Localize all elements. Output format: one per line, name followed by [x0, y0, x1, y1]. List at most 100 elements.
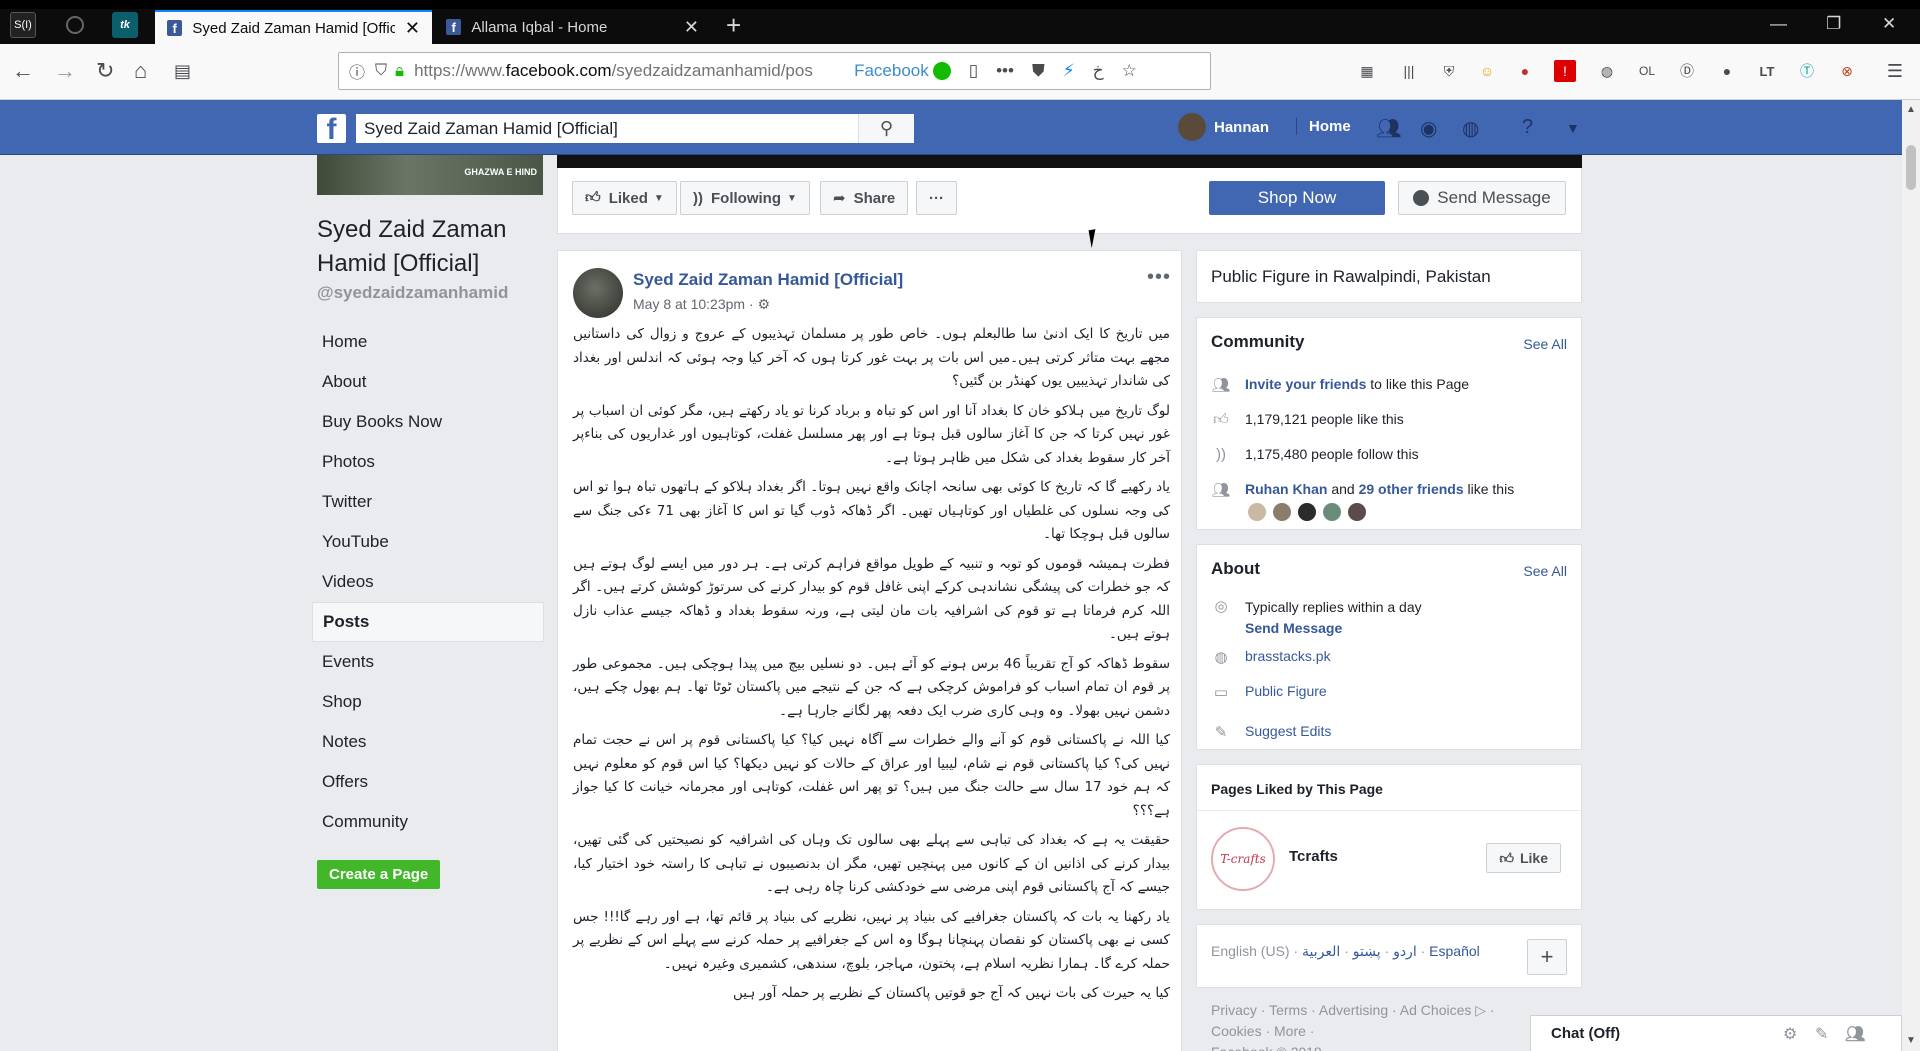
- url-text[interactable]: https://www.facebook.com/syedzaidzamanha…: [414, 61, 834, 81]
- suggest-edits-link[interactable]: Suggest Edits: [1245, 723, 1331, 739]
- scroll-up-icon[interactable]: ▲: [1906, 104, 1916, 115]
- scrollbar-thumb[interactable]: [1906, 145, 1916, 190]
- bookmark-star-icon[interactable]: ☆: [1122, 61, 1137, 81]
- tab-allama-iqbal[interactable]: f Allama Iqbal - Home ✕: [434, 10, 711, 44]
- language-link[interactable]: Español: [1429, 943, 1480, 959]
- d-extension-icon[interactable]: Ⓓ: [1676, 60, 1698, 82]
- restore-icon[interactable]: ❐: [1826, 14, 1841, 34]
- community-see-all-link[interactable]: See All: [1523, 336, 1567, 352]
- back-arrow-icon[interactable]: ←: [12, 58, 34, 84]
- nav-item-community[interactable]: Community: [312, 802, 544, 842]
- url-bar[interactable]: ⓘ ⛉ 🔒︎ https://www.facebook.com/syedzaid…: [338, 52, 1211, 90]
- close-tab-icon[interactable]: ✕: [405, 18, 420, 39]
- close-tab-icon[interactable]: ✕: [684, 17, 699, 38]
- flash-icon[interactable]: ⚡: [1063, 61, 1075, 81]
- facebook-search-input[interactable]: [356, 114, 858, 143]
- home-link[interactable]: Home: [1296, 118, 1351, 135]
- nav-item-offers[interactable]: Offers: [312, 762, 544, 802]
- globe-icon[interactable]: ◍: [1596, 60, 1618, 82]
- nav-item-notes[interactable]: Notes: [312, 722, 544, 762]
- info-icon[interactable]: ⓘ: [349, 59, 365, 83]
- nav-item-events[interactable]: Events: [312, 642, 544, 682]
- nav-item-twitter[interactable]: Twitter: [312, 482, 544, 522]
- facebook-logo-icon[interactable]: f: [317, 114, 346, 143]
- notifications-globe-icon[interactable]: ◍: [1462, 116, 1479, 141]
- stop-extension-icon[interactable]: ⊗: [1836, 60, 1858, 82]
- tab-facebook-page[interactable]: f Syed Zaid Zaman Hamid [Offici ✕: [155, 10, 432, 44]
- friend-requests-icon[interactable]: 👥︎: [1376, 116, 1401, 141]
- minimize-icon[interactable]: —: [1770, 14, 1787, 34]
- pinned-tab-1[interactable]: S(I): [10, 12, 36, 38]
- post-timestamp[interactable]: May 8 at 10:23pm · ⚙︎: [633, 296, 770, 313]
- pocket-icon[interactable]: ⛊: [1032, 61, 1045, 81]
- group-chat-icon[interactable]: 👥︎: [1845, 1024, 1865, 1044]
- reload-icon[interactable]: ↻: [96, 58, 114, 84]
- invite-friends-link[interactable]: Invite your friends: [1245, 376, 1366, 392]
- tracking-protection-icon[interactable]: ⛉: [375, 62, 387, 80]
- forward-arrow-icon[interactable]: →: [54, 58, 76, 84]
- avatar[interactable]: [1297, 502, 1317, 522]
- footer-line[interactable]: Cookies · More ·: [1211, 1021, 1551, 1042]
- profile-cover-thumbnail[interactable]: GHAZWA E HIND: [317, 155, 543, 195]
- language-link[interactable]: اردو: [1393, 943, 1417, 959]
- like-page-button[interactable]: 👍︎ Like: [1486, 843, 1561, 873]
- hamburger-menu-icon[interactable]: ☰: [1884, 60, 1906, 82]
- reader-view-icon[interactable]: ▯: [969, 61, 978, 81]
- new-tab-plus-icon[interactable]: +: [726, 12, 741, 38]
- post-author-avatar[interactable]: [573, 268, 623, 318]
- footer-line[interactable]: Privacy · Terms · Advertising · Ad Choic…: [1211, 1000, 1551, 1021]
- home-icon[interactable]: ⌂: [134, 58, 147, 84]
- friend-name-link[interactable]: Ruhan Khan: [1245, 481, 1327, 497]
- avatar[interactable]: [1347, 502, 1367, 522]
- profile-link[interactable]: Hannan: [1178, 113, 1269, 141]
- create-page-button[interactable]: Create a Page: [317, 860, 441, 889]
- chat-bar[interactable]: Chat (Off) ⚙ ✎ 👥︎: [1530, 1015, 1902, 1051]
- sidebar-icon[interactable]: ▤: [174, 58, 191, 84]
- liked-button[interactable]: 👍︎ Liked ▼: [572, 181, 677, 215]
- nav-item-youtube[interactable]: YouTube: [312, 522, 544, 562]
- language-link[interactable]: پښتو: [1353, 943, 1381, 959]
- account-menu-caret-icon[interactable]: ▼: [1566, 120, 1580, 136]
- following-button[interactable]: )) Following ▼: [680, 181, 810, 215]
- apps-grid-icon[interactable]: ▦: [1356, 60, 1378, 82]
- page-title[interactable]: Syed Zaid Zaman Hamid [Official]: [317, 213, 543, 281]
- about-send-message-link[interactable]: Send Message: [1245, 620, 1342, 636]
- extension-icon[interactable]: ●: [1514, 60, 1536, 82]
- nav-item-home[interactable]: Home: [312, 322, 544, 362]
- extension-red-icon[interactable]: !: [1554, 60, 1576, 82]
- scroll-down-icon[interactable]: ▼: [1906, 1035, 1916, 1046]
- avatar[interactable]: [1322, 502, 1342, 522]
- nav-item-posts[interactable]: Posts: [312, 602, 544, 642]
- translate-icon[interactable]: خ: [1093, 61, 1104, 81]
- nav-item-photos[interactable]: Photos: [312, 442, 544, 482]
- page-scrollbar[interactable]: ▲ ▼: [1902, 100, 1920, 1051]
- search-icon[interactable]: ⚲: [858, 114, 914, 143]
- page-actions-icon[interactable]: •••: [996, 61, 1014, 81]
- compose-icon[interactable]: ✎: [1815, 1024, 1828, 1044]
- other-friends-link[interactable]: 29 other friends: [1359, 481, 1464, 497]
- liked-page-name[interactable]: Tcrafts: [1289, 848, 1338, 865]
- nav-item-videos[interactable]: Videos: [312, 562, 544, 602]
- extension-dots-icon[interactable]: ●: [1716, 60, 1738, 82]
- more-languages-button[interactable]: +: [1527, 939, 1567, 975]
- tcrafts-logo[interactable]: T-crafts: [1211, 827, 1275, 891]
- nav-item-shop[interactable]: Shop: [312, 682, 544, 722]
- category-link[interactable]: Public Figure: [1245, 683, 1327, 699]
- ol-extension-icon[interactable]: OL: [1636, 60, 1658, 82]
- more-options-button[interactable]: ···: [916, 181, 957, 215]
- avatar[interactable]: [1247, 502, 1267, 522]
- shield-icon[interactable]: ⛨: [1438, 60, 1460, 82]
- nav-item-buy-books[interactable]: Buy Books Now: [312, 402, 544, 442]
- page-handle[interactable]: @syedzaidzamanhamid: [317, 283, 508, 303]
- website-link[interactable]: brasstacks.pk: [1245, 648, 1331, 664]
- gear-icon[interactable]: ⚙: [1783, 1024, 1797, 1044]
- post-author-link[interactable]: Syed Zaid Zaman Hamid [Official]: [633, 270, 903, 290]
- send-message-button[interactable]: Send Message: [1398, 181, 1566, 215]
- avatar[interactable]: [1272, 502, 1292, 522]
- t-extension-icon[interactable]: Ⓣ: [1796, 60, 1818, 82]
- shop-now-button[interactable]: Shop Now: [1209, 181, 1385, 215]
- library-icon[interactable]: |||: [1398, 60, 1420, 82]
- help-icon[interactable]: ?: [1522, 116, 1533, 139]
- messenger-icon[interactable]: ◉: [1420, 116, 1437, 141]
- language-link[interactable]: العربية: [1302, 943, 1340, 959]
